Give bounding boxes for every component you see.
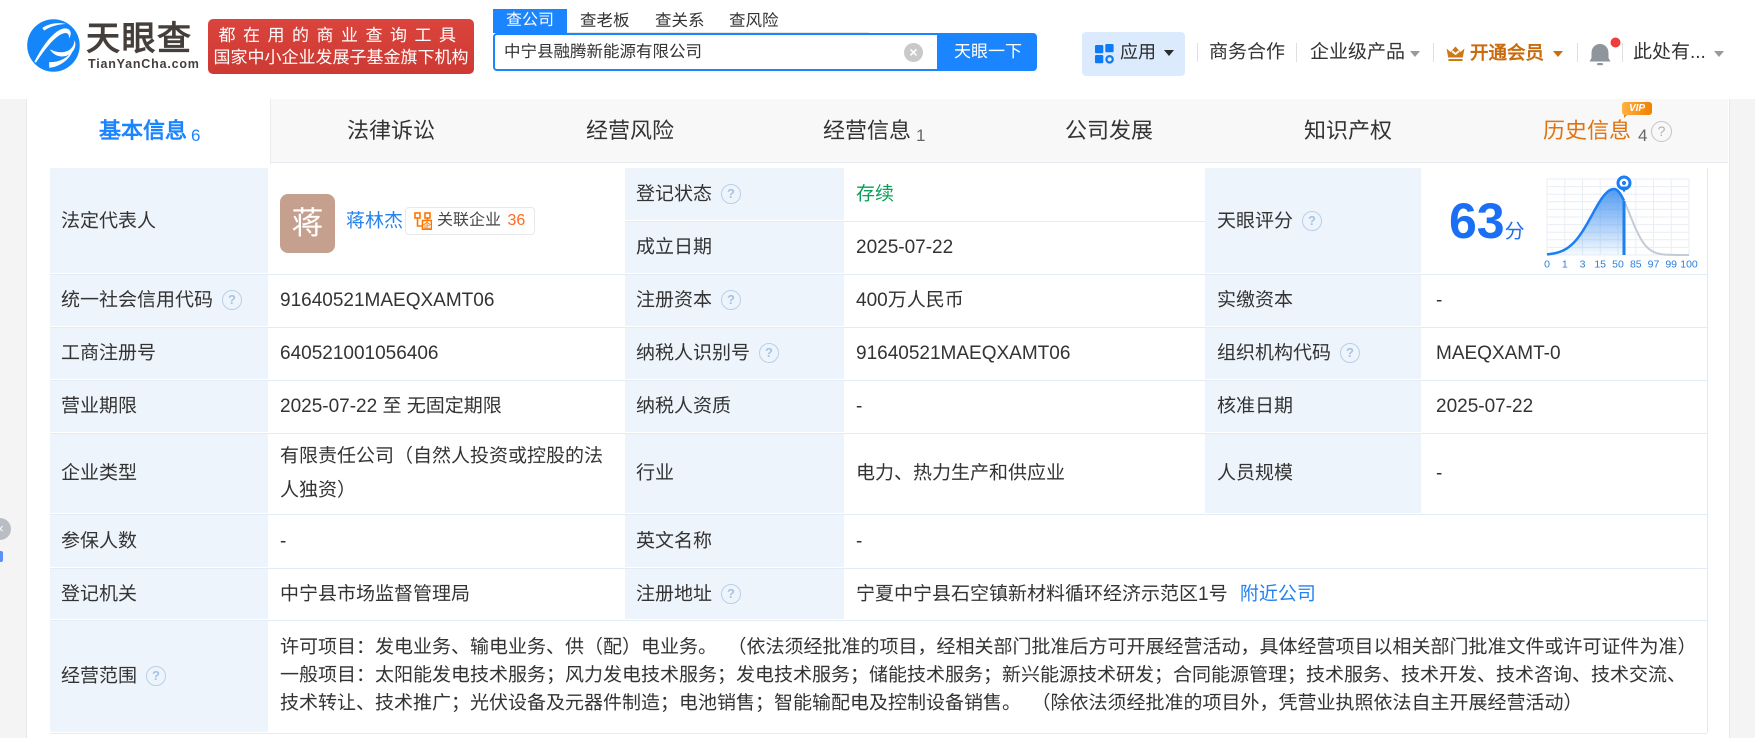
svg-text:85: 85 — [1630, 259, 1642, 271]
svg-text:企: 企 — [422, 221, 431, 230]
svg-text:0: 0 — [1544, 259, 1550, 271]
svg-text:50: 50 — [1612, 259, 1624, 271]
svg-text:3: 3 — [1580, 259, 1586, 271]
svg-text:100: 100 — [1680, 259, 1698, 271]
svg-text:1: 1 — [1562, 259, 1568, 271]
svg-text:97: 97 — [1648, 259, 1660, 271]
svg-text:99: 99 — [1665, 259, 1677, 271]
svg-text:15: 15 — [1594, 259, 1606, 271]
